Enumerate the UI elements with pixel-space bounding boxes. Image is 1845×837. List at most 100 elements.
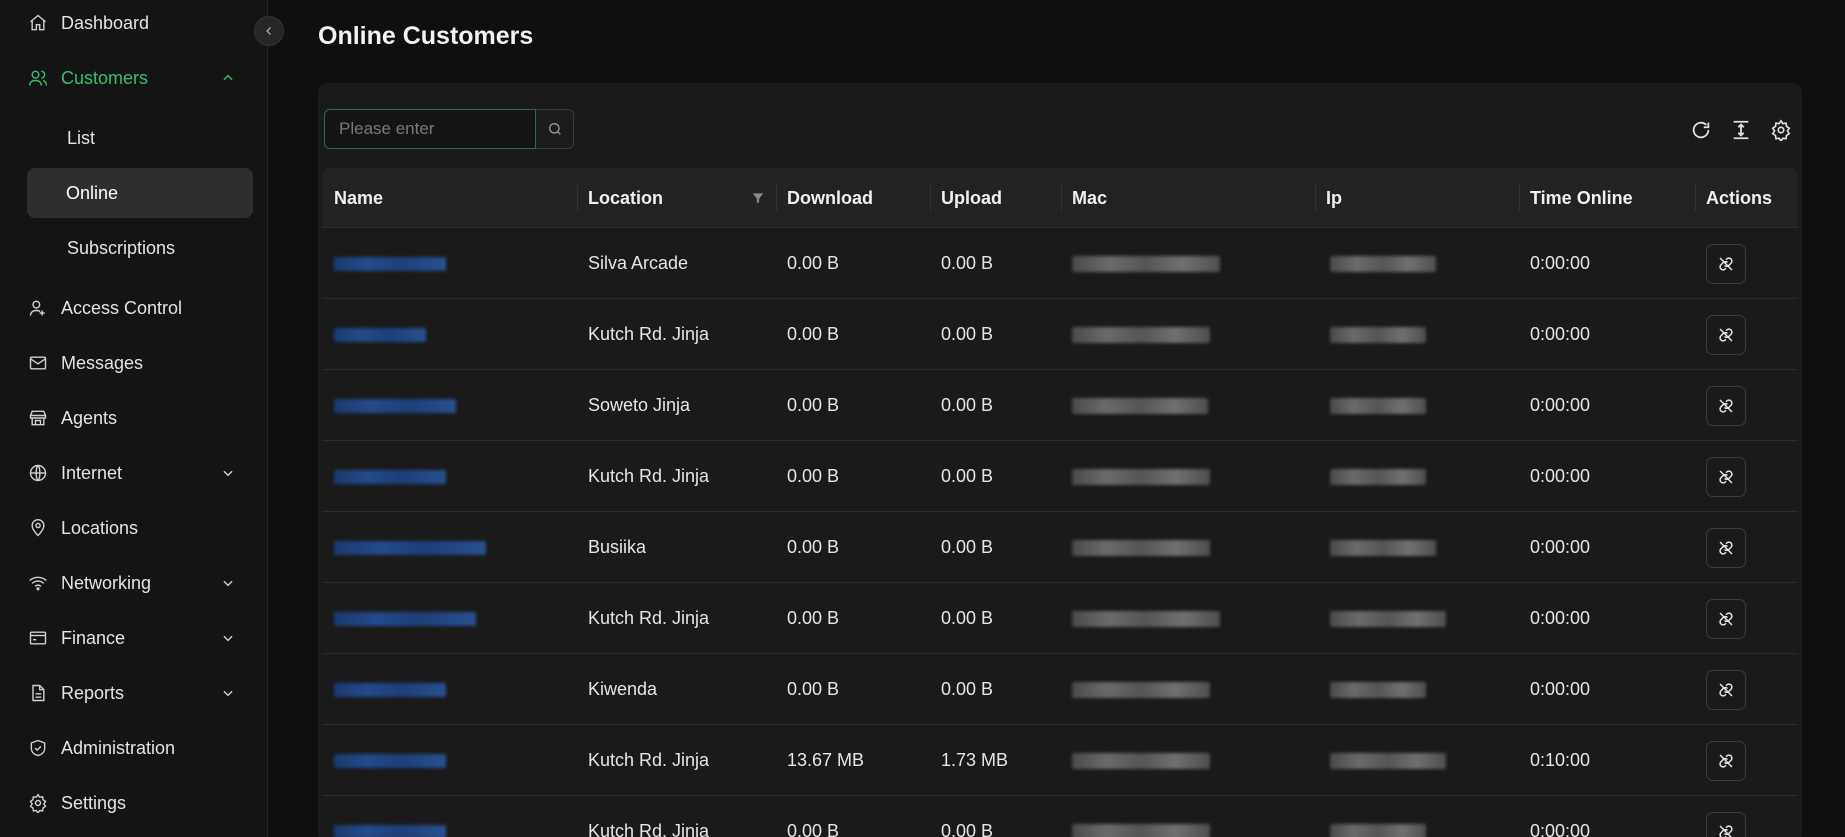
cell-time-online: 0:00:00 — [1530, 537, 1591, 557]
disconnect-button[interactable] — [1706, 740, 1746, 781]
unlink-icon — [1717, 681, 1735, 699]
customer-name-link[interactable] — [334, 796, 446, 837]
cell-download: 0.00 B — [787, 679, 840, 699]
disconnect-button[interactable] — [1706, 598, 1746, 639]
sidebar-item-label: Finance — [61, 627, 126, 648]
sidebar-item-administration[interactable]: Administration — [27, 733, 241, 763]
sidebar-item-networking[interactable]: Networking — [27, 568, 241, 598]
sidebar-item-settings[interactable]: Settings — [27, 788, 241, 818]
disconnect-button[interactable] — [1706, 314, 1746, 355]
sidebar-item-label: Dashboard — [61, 12, 150, 33]
location-filter-button[interactable] — [751, 168, 765, 228]
unlink-icon — [1717, 823, 1735, 837]
column-header-ip[interactable]: Ip — [1326, 168, 1342, 228]
table-row: Kutch Rd. Jinja 0.00 B 0.00 B 0:00:00 — [322, 441, 1798, 512]
table-row: Busiika 0.00 B 0.00 B 0:00:00 — [322, 512, 1798, 583]
customer-name-link[interactable] — [334, 512, 486, 583]
column-header-mac[interactable]: Mac — [1072, 168, 1107, 228]
sidebar-item-access-control[interactable]: Access Control — [27, 293, 241, 323]
column-header-time-online[interactable]: Time Online — [1530, 168, 1633, 228]
cell-ip — [1330, 512, 1436, 583]
unlink-icon — [1717, 397, 1735, 415]
sidebar-item-label: Administration — [61, 737, 176, 758]
chevron-down-icon — [219, 464, 237, 482]
sidebar-subitem-subscriptions[interactable]: Subscriptions — [27, 223, 253, 273]
cell-download: 0.00 B — [787, 395, 840, 415]
disconnect-button[interactable] — [1706, 669, 1746, 710]
column-header-upload[interactable]: Upload — [941, 168, 1002, 228]
sidebar-item-agents[interactable]: Agents — [27, 403, 241, 433]
table-header: Name Location Download Upload Mac Ip Tim… — [322, 168, 1798, 228]
column-header-download[interactable]: Download — [787, 168, 873, 228]
search-input[interactable] — [324, 109, 536, 149]
unlink-icon — [1717, 752, 1735, 770]
customer-name-link[interactable] — [334, 725, 446, 796]
customer-name-link[interactable] — [334, 228, 446, 299]
customer-name-link[interactable] — [334, 370, 456, 441]
disconnect-button[interactable] — [1706, 811, 1746, 837]
table-row: Kutch Rd. Jinja 0.00 B 0.00 B 0:00:00 — [322, 796, 1798, 837]
cell-actions — [1706, 796, 1746, 837]
sidebar-item-dashboard[interactable]: Dashboard — [27, 8, 241, 38]
cell-time-online: 0:00:00 — [1530, 821, 1591, 837]
cell-actions — [1706, 725, 1746, 796]
table-row: Kutch Rd. Jinja 13.67 MB 1.73 MB 0:10:00 — [322, 725, 1798, 796]
sidebar-item-locations[interactable]: Locations — [27, 513, 241, 543]
cell-upload: 0.00 B — [941, 324, 994, 344]
customer-name-link[interactable] — [334, 299, 426, 370]
sidebar-item-internet[interactable]: Internet — [27, 458, 241, 488]
sidebar-collapse-button[interactable] — [254, 16, 284, 46]
cell-location: Kutch Rd. Jinja — [588, 821, 710, 837]
page-title: Online Customers — [318, 22, 534, 50]
table-row: Soweto Jinja 0.00 B 0.00 B 0:00:00 — [322, 370, 1798, 441]
users-icon — [27, 67, 49, 89]
sidebar-item-reports[interactable]: Reports — [27, 678, 241, 708]
cell-time-online: 0:10:00 — [1530, 750, 1591, 770]
home-icon — [27, 12, 49, 34]
cell-upload: 0.00 B — [941, 821, 994, 837]
cell-location: Busiika — [588, 537, 647, 557]
cell-download: 0.00 B — [787, 324, 840, 344]
cell-mac — [1072, 512, 1210, 583]
density-button[interactable] — [1728, 117, 1754, 143]
sidebar-subitem-list[interactable]: List — [27, 113, 253, 163]
cell-time-online: 0:00:00 — [1530, 253, 1591, 273]
column-settings-button[interactable] — [1768, 117, 1794, 143]
sidebar-item-label: Access Control — [61, 297, 183, 318]
column-header-name[interactable]: Name — [334, 168, 383, 228]
cell-actions — [1706, 512, 1746, 583]
chevron-up-icon — [219, 69, 237, 87]
search-button[interactable] — [536, 109, 574, 149]
cell-actions — [1706, 228, 1746, 299]
gear-icon — [1770, 119, 1792, 141]
sidebar-item-finance[interactable]: Finance — [27, 623, 241, 653]
column-header-actions: Actions — [1706, 187, 1773, 208]
disconnect-button[interactable] — [1706, 243, 1746, 284]
sidebar-item-customers[interactable]: Customers — [27, 63, 241, 93]
unlink-icon — [1717, 255, 1735, 273]
disconnect-button[interactable] — [1706, 527, 1746, 568]
cell-time-online: 0:00:00 — [1530, 608, 1591, 628]
cell-download: 0.00 B — [787, 821, 840, 837]
sidebar-item-messages[interactable]: Messages — [27, 348, 241, 378]
sidebar-item-label: Settings — [61, 792, 127, 813]
table-row: Kutch Rd. Jinja 0.00 B 0.00 B 0:00:00 — [322, 299, 1798, 370]
cell-ip — [1330, 796, 1426, 837]
cell-location: Kiwenda — [588, 679, 658, 699]
gear-icon — [27, 792, 49, 814]
customer-name-link[interactable] — [334, 654, 446, 725]
chevron-down-icon — [219, 684, 237, 702]
cell-ip — [1330, 583, 1446, 654]
map-pin-icon — [27, 517, 49, 539]
table-row: Silva Arcade 0.00 B 0.00 B 0:00:00 — [322, 228, 1798, 299]
wifi-icon — [27, 572, 49, 594]
refresh-button[interactable] — [1688, 117, 1714, 143]
cell-mac — [1072, 725, 1210, 796]
customer-name-link[interactable] — [334, 441, 446, 512]
customer-name-link[interactable] — [334, 583, 476, 654]
disconnect-button[interactable] — [1706, 385, 1746, 426]
sidebar-subitem-online[interactable]: Online — [27, 168, 253, 218]
column-header-location[interactable]: Location — [588, 168, 663, 228]
disconnect-button[interactable] — [1706, 456, 1746, 497]
cell-download: 0.00 B — [787, 537, 840, 557]
